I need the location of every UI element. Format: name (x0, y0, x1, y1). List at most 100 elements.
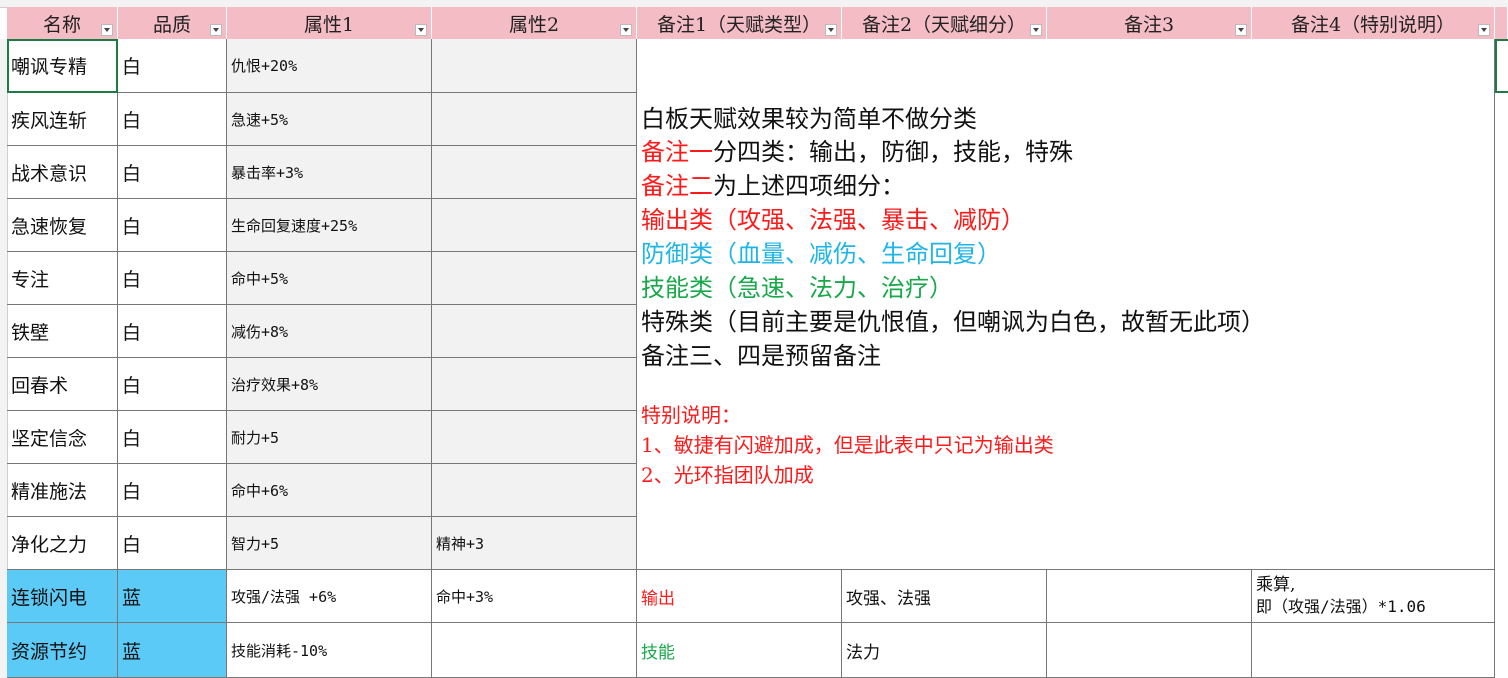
cell-attr2[interactable] (432, 464, 637, 517)
header-extra (1495, 7, 1508, 39)
cell-quality[interactable]: 白 (118, 93, 227, 146)
cell-attr2[interactable] (432, 146, 637, 199)
cell-name[interactable]: 急速恢复 (7, 199, 118, 252)
filter-dropdown-icon[interactable] (620, 24, 632, 36)
note-skill-category: 技能类（急速、法力、治疗） (641, 274, 953, 302)
filter-dropdown-icon[interactable] (1478, 24, 1490, 36)
header-attr1[interactable]: 属性1 (227, 7, 432, 39)
note-line-2: 备注一分四类：输出，防御，技能，特殊 (641, 132, 1073, 167)
cell-name[interactable]: 坚定信念 (7, 411, 118, 464)
cell-name[interactable]: 疾风连斩 (7, 93, 118, 146)
filter-dropdown-icon[interactable] (825, 24, 837, 36)
cell-quality[interactable]: 白 (118, 358, 227, 411)
cell-note3[interactable] (1047, 623, 1252, 678)
cell-note2[interactable]: 法力 (842, 623, 1047, 678)
cell-attr1[interactable]: 急速+5% (227, 93, 432, 146)
special-note-1: 1、敏捷有闪避加成，但是此表中只记为输出类 (641, 433, 1054, 457)
note-special-category: 特殊类（目前主要是仇恨值，但嘲讽为白色，故暂无此项） (641, 308, 1265, 336)
cell-note3[interactable] (1047, 570, 1252, 623)
cell-selection-outline (7, 39, 118, 93)
cell-attr1[interactable]: 攻强/法强 +6% (227, 570, 432, 623)
cell-attr1[interactable]: 生命回复速度+25% (227, 199, 432, 252)
header-note3[interactable]: 备注3 (1047, 7, 1252, 39)
cell-quality[interactable]: 蓝 (118, 623, 227, 678)
header-label: 属性1 (303, 13, 355, 36)
header-label: 名称 (42, 13, 81, 36)
cell-note4[interactable]: 乘算, 即（攻强/法强）*1.06 (1252, 570, 1495, 623)
cell-attr1[interactable]: 技能消耗-10% (227, 623, 432, 678)
cell-quality[interactable]: 白 (118, 411, 227, 464)
cell-attr2[interactable]: 命中+3% (432, 570, 637, 623)
cell-attr1[interactable]: 暴击率+3% (227, 146, 432, 199)
header-note2[interactable]: 备注2（天赋细分） (842, 7, 1047, 39)
cell-attr1[interactable]: 治疗效果+8% (227, 358, 432, 411)
cell-attr1[interactable]: 减伤+8% (227, 305, 432, 358)
cell-quality[interactable]: 白 (118, 146, 227, 199)
cell-attr1[interactable]: 命中+6% (227, 464, 432, 517)
header-note1[interactable]: 备注1（天赋类型） (637, 7, 842, 39)
note-line-2-highlight: 备注一 (641, 138, 713, 166)
note-line-3-text: 为上述四项细分： (713, 172, 905, 200)
cell-note1[interactable]: 输出 (637, 570, 842, 623)
header-label: 备注3 (1123, 13, 1175, 36)
note4-line-1: 乘算, (1256, 575, 1296, 595)
cell-attr1[interactable]: 智力+5 (227, 517, 432, 570)
cell-attr1[interactable]: 耐力+5 (227, 411, 432, 464)
header-label: 备注2（天赋细分） (861, 13, 1027, 36)
filter-dropdown-icon[interactable] (415, 24, 427, 36)
cell-name[interactable]: 铁壁 (7, 305, 118, 358)
special-note-2: 2、光环指团队加成 (641, 463, 814, 487)
cell-attr2[interactable] (432, 199, 637, 252)
note-line-1: 白板天赋效果较为简单不做分类 (641, 105, 977, 133)
cell-attr2[interactable] (432, 623, 637, 678)
cell-attr2[interactable] (432, 411, 637, 464)
header-label: 属性2 (508, 13, 560, 36)
cell-quality[interactable]: 白 (118, 39, 227, 93)
cell-note1[interactable]: 技能 (637, 623, 842, 678)
note4-line-2: 即（攻强/法强）*1.06 (1256, 597, 1426, 616)
cell-quality[interactable]: 白 (118, 252, 227, 305)
cell-attr2[interactable]: 精神+3 (432, 517, 637, 570)
cell-quality[interactable]: 白 (118, 517, 227, 570)
cell-attr1[interactable]: 仇恨+20% (227, 39, 432, 93)
cell-attr2[interactable] (432, 39, 637, 93)
header-label: 备注4（特别说明） (1290, 13, 1456, 36)
note-line-3: 备注二为上述四项细分： (641, 166, 905, 201)
header-label: 备注1（天赋类型） (656, 13, 822, 36)
note-line-3-highlight: 备注二 (641, 172, 713, 200)
cell-attr2[interactable] (432, 358, 637, 411)
selection-edge-right (1495, 39, 1508, 93)
cell-quality[interactable]: 白 (118, 199, 227, 252)
cell-name[interactable]: 专注 (7, 252, 118, 305)
cell-quality[interactable]: 白 (118, 464, 227, 517)
header-label: 品质 (152, 13, 191, 36)
header-quality[interactable]: 品质 (118, 7, 227, 39)
cell-note4[interactable] (1252, 623, 1495, 678)
header-name[interactable]: 名称 (7, 7, 118, 39)
cell-attr2[interactable] (432, 305, 637, 358)
cell-name[interactable]: 净化之力 (7, 517, 118, 570)
merged-notes-cell[interactable]: 白板天赋效果较为简单不做分类 备注一分四类：输出，防御，技能，特殊 备注二为上述… (637, 39, 1495, 570)
special-title: 特别说明： (641, 403, 741, 427)
cell-attr2[interactable] (432, 252, 637, 305)
cell-quality[interactable]: 蓝 (118, 570, 227, 623)
note-defense-category: 防御类（血量、减伤、生命回复） (641, 240, 1001, 268)
filter-dropdown-icon[interactable] (101, 24, 113, 36)
cell-quality[interactable]: 白 (118, 305, 227, 358)
spreadsheet: 名称 品质 属性1 属性2 备注1（天赋类型） 备注2（天赋细分） 备注3 备注… (0, 0, 1508, 678)
cell-name[interactable]: 资源节约 (7, 623, 118, 678)
cell-name[interactable]: 精准施法 (7, 464, 118, 517)
header-note4[interactable]: 备注4（特别说明） (1252, 7, 1495, 39)
cell-attr2[interactable] (432, 93, 637, 146)
header-attr2[interactable]: 属性2 (432, 7, 637, 39)
note-reserved: 备注三、四是预留备注 (641, 342, 881, 370)
cell-name[interactable]: 战术意识 (7, 146, 118, 199)
note-output-category: 输出类（攻强、法强、暴击、减防） (641, 206, 1025, 234)
cell-name[interactable]: 连锁闪电 (7, 570, 118, 623)
cell-note2[interactable]: 攻强、法强 (842, 570, 1047, 623)
filter-dropdown-icon[interactable] (1030, 24, 1042, 36)
filter-dropdown-icon[interactable] (210, 24, 222, 36)
cell-name[interactable]: 回春术 (7, 358, 118, 411)
cell-attr1[interactable]: 命中+5% (227, 252, 432, 305)
filter-dropdown-icon[interactable] (1235, 24, 1247, 36)
